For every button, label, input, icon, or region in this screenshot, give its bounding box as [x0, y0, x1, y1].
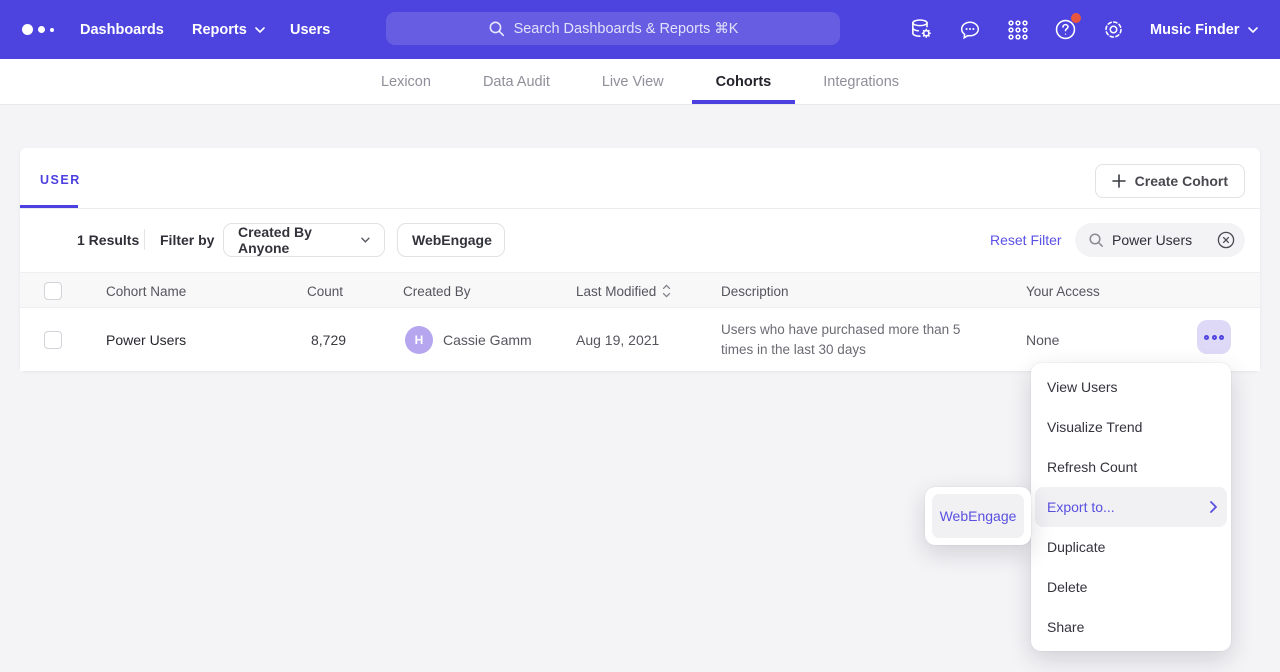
select-all-checkbox[interactable] — [44, 282, 62, 300]
chevron-down-icon — [361, 237, 370, 243]
tab-data-audit[interactable]: Data Audit — [479, 59, 554, 104]
created-by-filter-value: Created By Anyone — [238, 224, 351, 256]
plus-icon — [1112, 174, 1126, 188]
logo-dot — [38, 26, 45, 33]
description-cell: Users who have purchased more than 5 tim… — [721, 308, 973, 371]
tab-lexicon[interactable]: Lexicon — [377, 59, 435, 104]
notification-dot — [1071, 13, 1081, 23]
dot — [1219, 335, 1224, 340]
your-access-cell: None — [1026, 308, 1059, 371]
project-selector[interactable]: Music Finder — [1150, 0, 1258, 59]
cohort-search-box — [1075, 223, 1245, 257]
description-text: Users who have purchased more than 5 tim… — [721, 320, 973, 359]
column-header-description[interactable]: Description — [721, 273, 789, 309]
filter-by-label: Filter by — [160, 232, 214, 248]
cohort-search-input[interactable] — [1112, 232, 1204, 248]
select-all-checkbox-cell — [44, 273, 62, 309]
last-modified-label: Last Modified — [576, 284, 656, 299]
export-submenu: WebEngage — [925, 487, 1031, 545]
nav-users[interactable]: Users — [290, 0, 330, 59]
chevron-down-icon — [255, 27, 265, 33]
search-icon — [488, 20, 505, 37]
menu-item-duplicate[interactable]: Duplicate — [1031, 527, 1231, 567]
row-actions-button[interactable] — [1197, 320, 1231, 354]
created-by-name: Cassie Gamm — [443, 332, 532, 348]
cohorts-page: Dashboards Reports Users Search Dashboar… — [0, 0, 1280, 672]
column-header-last-modified[interactable]: Last Modified — [576, 273, 671, 309]
mixpanel-logo-icon[interactable] — [22, 0, 54, 59]
last-modified-cell: Aug 19, 2021 — [576, 308, 659, 371]
logo-dot — [50, 28, 54, 32]
column-header-count[interactable]: Count — [307, 273, 343, 309]
row-checkbox-cell — [44, 308, 62, 371]
global-search-bar[interactable]: Search Dashboards & Reports ⌘K — [386, 12, 840, 45]
reset-filter-link[interactable]: Reset Filter — [990, 232, 1062, 248]
type-filter-dropdown[interactable]: WebEngage — [397, 223, 505, 257]
menu-item-refresh-count[interactable]: Refresh Count — [1031, 447, 1231, 487]
count-cell: 8,729 — [311, 308, 346, 371]
cohort-name-cell[interactable]: Power Users — [106, 308, 186, 371]
menu-item-view-users[interactable]: View Users — [1031, 367, 1231, 407]
column-header-your-access[interactable]: Your Access — [1026, 273, 1100, 309]
submenu-item-webengage[interactable]: WebEngage — [932, 494, 1024, 538]
chevron-down-icon — [1248, 27, 1258, 33]
tab-cohorts[interactable]: Cohorts — [712, 59, 776, 104]
top-navigation-bar: Dashboards Reports Users Search Dashboar… — [0, 0, 1280, 59]
sort-icon — [662, 284, 671, 298]
data-settings-icon[interactable] — [908, 16, 935, 43]
feedback-comment-icon[interactable] — [956, 16, 983, 43]
created-by-filter-dropdown[interactable]: Created By Anyone — [223, 223, 385, 257]
dot — [1212, 335, 1217, 340]
menu-item-share[interactable]: Share — [1031, 607, 1231, 647]
tab-integrations[interactable]: Integrations — [819, 59, 903, 104]
clear-search-icon[interactable] — [1217, 231, 1235, 249]
table-row[interactable]: Power Users 8,729 H Cassie Gamm Aug 19, … — [20, 308, 1260, 371]
tab-user[interactable]: USER — [40, 173, 81, 187]
cohorts-panel: USER Create Cohort 1 Results Filter by C… — [20, 148, 1260, 371]
apps-grid-icon[interactable] — [1004, 16, 1031, 43]
menu-item-visualize-trend[interactable]: Visualize Trend — [1031, 407, 1231, 447]
settings-gear-icon[interactable] — [1100, 16, 1127, 43]
chevron-right-icon — [1210, 501, 1217, 513]
nav-reports[interactable]: Reports — [192, 0, 265, 59]
project-name: Music Finder — [1150, 22, 1239, 38]
create-cohort-button[interactable]: Create Cohort — [1095, 164, 1245, 198]
column-header-created-by[interactable]: Created By — [403, 273, 471, 309]
create-cohort-label: Create Cohort — [1135, 173, 1228, 189]
created-by-cell: H Cassie Gamm — [405, 308, 532, 371]
export-to-label: Export to... — [1047, 499, 1115, 515]
results-count: 1 Results — [77, 232, 139, 248]
avatar: H — [405, 326, 433, 354]
divider — [144, 229, 145, 250]
row-checkbox[interactable] — [44, 331, 62, 349]
help-icon[interactable] — [1052, 16, 1079, 43]
logo-dot — [22, 24, 33, 35]
dot — [1204, 335, 1209, 340]
divider — [20, 208, 1260, 209]
menu-item-export-to[interactable]: Export to... — [1035, 487, 1227, 527]
table-header-row: Cohort Name Count Created By Last Modifi… — [20, 272, 1260, 308]
global-search-label: Search Dashboards & Reports ⌘K — [514, 21, 739, 37]
nav-reports-label: Reports — [192, 22, 247, 38]
column-header-cohort-name[interactable]: Cohort Name — [106, 273, 186, 309]
row-actions-context-menu: View Users Visualize Trend Refresh Count… — [1031, 363, 1231, 651]
menu-item-delete[interactable]: Delete — [1031, 567, 1231, 607]
tab-live-view[interactable]: Live View — [598, 59, 668, 104]
type-filter-value: WebEngage — [412, 232, 492, 248]
search-icon — [1088, 232, 1104, 248]
section-tabs: Lexicon Data Audit Live View Cohorts Int… — [0, 59, 1280, 105]
nav-dashboards[interactable]: Dashboards — [80, 0, 164, 59]
